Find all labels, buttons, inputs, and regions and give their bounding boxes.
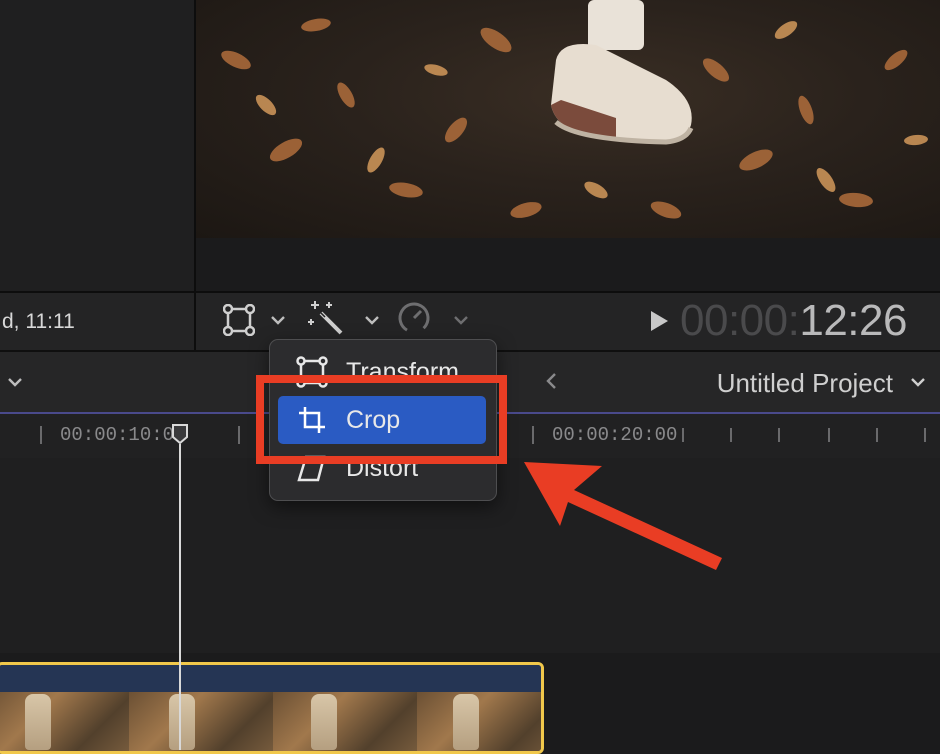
browser-status-text: d, 11:11 (0, 293, 194, 350)
playhead-marker-icon[interactable] (171, 424, 189, 445)
annotation-highlight-box (256, 375, 507, 464)
annotation-arrow-icon (524, 462, 722, 570)
transform-menu-chevron-icon[interactable] (266, 310, 290, 330)
ruler-tick (532, 426, 534, 444)
ruler-tick (682, 428, 684, 442)
status-date-label: d, 11:11 (2, 309, 75, 333)
retime-menu-chevron-icon[interactable] (449, 310, 473, 330)
ruler-label: 00:00:10:00 (60, 424, 186, 446)
play-icon[interactable] (646, 308, 672, 334)
speedometer-icon[interactable] (396, 300, 432, 336)
ruler-label: 00:00:20:00 (552, 424, 678, 446)
timecode-bright-part: 12:26 (799, 296, 907, 345)
playhead-line[interactable] (179, 444, 181, 750)
ruler-tick (778, 428, 780, 442)
ruler-tick (828, 428, 830, 442)
ruler-tick (238, 426, 240, 444)
clip-thumbnail (129, 692, 273, 751)
ruler-tick (40, 426, 42, 444)
video-clip[interactable] (0, 662, 544, 754)
clip-thumbnail (417, 692, 541, 751)
playback-timecode: 00:00:12:26 (680, 296, 907, 346)
ruler-tick (876, 428, 878, 442)
ruler-tick (924, 428, 926, 442)
project-menu-chevron-icon[interactable] (906, 372, 930, 392)
clip-thumbnail (273, 692, 417, 751)
browser-pane (0, 0, 194, 292)
transform-icon[interactable] (222, 302, 256, 338)
ruler-tick (730, 428, 732, 442)
enhance-menu-chevron-icon[interactable] (360, 310, 384, 330)
project-title[interactable]: Untitled Project (717, 368, 893, 399)
magic-wand-icon[interactable] (306, 298, 346, 338)
clip-thumbnail (0, 692, 129, 751)
clip-title-band (0, 665, 541, 692)
timecode-dim-part: 00:00: (680, 296, 800, 345)
viewer-video-frame (196, 0, 940, 238)
chevron-down-icon[interactable] (4, 372, 26, 392)
leaves-video-image (221, 0, 928, 219)
back-chevron-icon[interactable] (540, 370, 562, 392)
